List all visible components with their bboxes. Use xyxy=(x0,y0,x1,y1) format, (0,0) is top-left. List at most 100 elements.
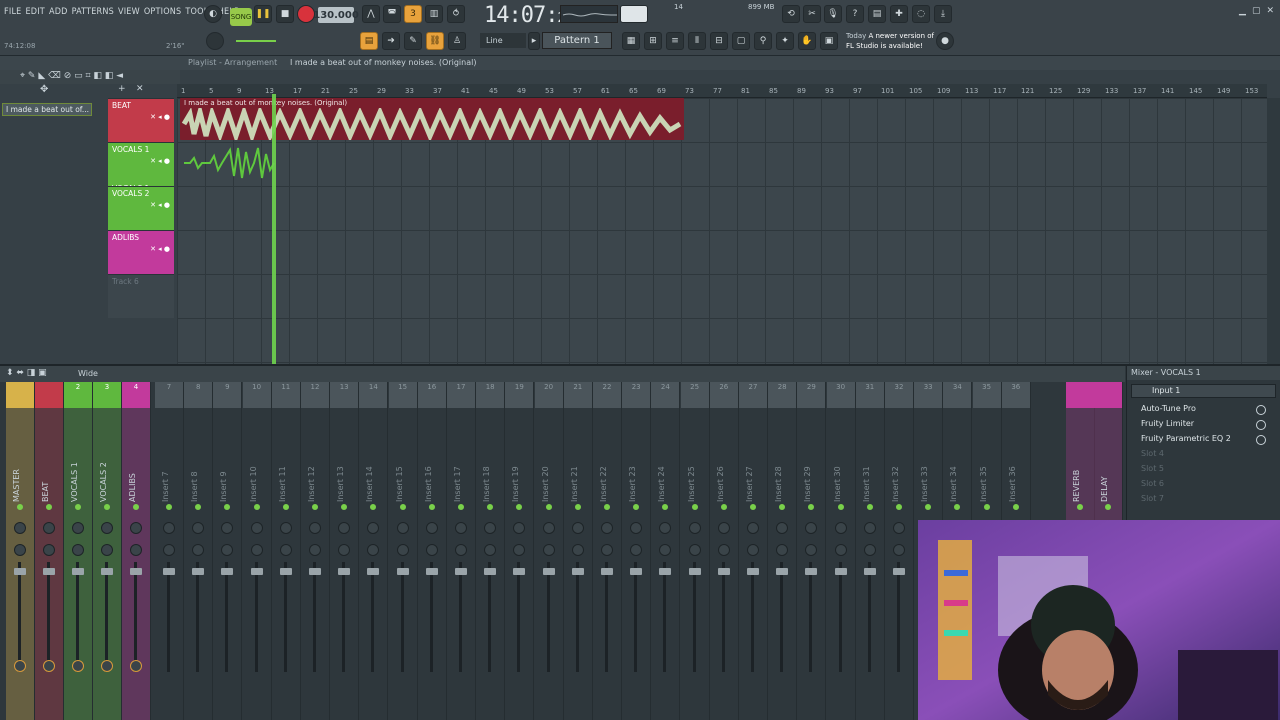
strip-enable-led[interactable] xyxy=(75,504,81,510)
strip-enable-led[interactable] xyxy=(282,504,289,510)
strip-header[interactable]: 14 xyxy=(359,382,388,408)
strip-fader-handle[interactable] xyxy=(688,568,701,575)
strip-knob[interactable] xyxy=(717,522,730,534)
strip-fader-handle[interactable] xyxy=(43,568,55,575)
piano-roll-icon[interactable]: ⊞ xyxy=(644,32,662,50)
add-track-icon[interactable]: + xyxy=(118,84,126,94)
strip-header[interactable] xyxy=(6,382,34,408)
strip-knob[interactable] xyxy=(513,522,526,534)
mixer-strip[interactable]: 3 VOCALS 2 xyxy=(93,382,122,720)
strip-knob[interactable] xyxy=(601,544,613,556)
strip-fader-handle[interactable] xyxy=(338,568,351,575)
strip-header[interactable]: 13 xyxy=(330,382,359,408)
strip-knob[interactable] xyxy=(776,544,789,556)
strip-enable-led[interactable] xyxy=(1012,504,1019,510)
snap-select[interactable]: Line xyxy=(480,33,526,48)
mixer-insert-strip[interactable]: 22 Insert 22 xyxy=(593,382,622,720)
track-control-icons[interactable]: ✕ ◂ ● xyxy=(150,201,170,209)
strip-header[interactable]: 23 xyxy=(622,382,651,408)
strip-knob[interactable] xyxy=(630,522,643,534)
mixer-insert-strip[interactable]: 18 Insert 18 xyxy=(476,382,506,720)
strip-fader-handle[interactable] xyxy=(630,568,643,575)
strip-fader-handle[interactable] xyxy=(14,568,26,575)
strip-knob[interactable] xyxy=(72,544,84,556)
arrow-icon[interactable]: ➜ xyxy=(382,32,400,50)
strip-knob[interactable] xyxy=(659,522,672,534)
strip-fader-handle[interactable] xyxy=(571,568,584,575)
track-control-icons[interactable]: ✕ ◂ ● xyxy=(150,245,170,253)
strip-enable-led[interactable] xyxy=(545,504,552,510)
strip-header[interactable]: 15 xyxy=(388,382,417,408)
strip-knob[interactable] xyxy=(513,544,526,556)
fx-slot-empty[interactable]: Slot 4 xyxy=(1127,447,1280,462)
strip-knob[interactable] xyxy=(367,522,380,534)
beat-audio-clip[interactable]: I made a beat out of monkey noises. (Ori… xyxy=(180,98,684,140)
strip-knob[interactable] xyxy=(396,522,409,534)
strip-enable-led[interactable] xyxy=(837,504,844,510)
step-edit-icon[interactable]: ▥ xyxy=(425,5,443,23)
mixer-insert-strip[interactable]: 32 Insert 32 xyxy=(885,382,914,720)
strip-knob[interactable] xyxy=(425,544,438,556)
strip-header[interactable]: 22 xyxy=(593,382,621,408)
fx-slot-empty[interactable]: Slot 7 xyxy=(1127,492,1280,507)
strip-knob[interactable] xyxy=(43,522,55,534)
strip-knob[interactable] xyxy=(14,544,26,556)
vocals-audio-clip[interactable] xyxy=(180,142,276,184)
fx-slot-empty[interactable]: Slot 6 xyxy=(1127,477,1280,492)
strip-knob[interactable] xyxy=(863,544,876,556)
strip-knob[interactable] xyxy=(192,544,205,556)
strip-route-knob[interactable] xyxy=(130,660,142,672)
mixer-insert-strip[interactable]: 17 Insert 17 xyxy=(447,382,476,720)
strip-header[interactable]: 19 xyxy=(505,382,534,408)
strip-knob[interactable] xyxy=(396,544,409,556)
mixer-insert-strip[interactable]: 25 Insert 25 xyxy=(680,382,710,720)
master-volume-knob[interactable] xyxy=(206,32,224,50)
strip-knob[interactable] xyxy=(279,522,292,534)
strip-knob[interactable] xyxy=(542,544,555,556)
strip-enable-led[interactable] xyxy=(458,504,464,510)
playhead[interactable] xyxy=(272,94,276,366)
track-control-icons[interactable]: ✕ ◂ ● xyxy=(150,157,170,165)
strip-fader-handle[interactable] xyxy=(455,568,467,575)
strip-knob[interactable] xyxy=(893,522,905,534)
strip-header[interactable]: 8 xyxy=(184,382,213,408)
strip-header[interactable]: 7 xyxy=(155,382,183,408)
strip-fader-handle[interactable] xyxy=(163,568,175,575)
strip-knob[interactable] xyxy=(221,522,234,534)
mixer-strip[interactable]: BEAT xyxy=(35,382,64,720)
loop-record-icon[interactable]: ⥀ xyxy=(447,5,465,23)
mixer-insert-strip[interactable]: 19 Insert 19 xyxy=(505,382,535,720)
strip-header[interactable]: 32 xyxy=(885,382,913,408)
strip-knob[interactable] xyxy=(542,522,555,534)
strip-enable-led[interactable] xyxy=(166,504,172,510)
strip-fader-handle[interactable] xyxy=(396,568,409,575)
strip-header[interactable]: 27 xyxy=(739,382,767,408)
mixer-insert-strip[interactable]: 23 Insert 23 xyxy=(622,382,652,720)
strip-fader-handle[interactable] xyxy=(834,568,847,575)
mixer-strip[interactable]: 2 VOCALS 1 xyxy=(64,382,93,720)
strip-fader-handle[interactable] xyxy=(717,568,730,575)
strip-enable-led[interactable] xyxy=(399,504,406,510)
track-header[interactable]: Track 6 xyxy=(108,274,174,318)
strip-header[interactable]: 3 xyxy=(93,382,121,408)
strip-knob[interactable] xyxy=(309,544,321,556)
strip-enable-led[interactable] xyxy=(808,504,815,510)
move-icon[interactable]: ✥ xyxy=(40,84,48,95)
strip-knob[interactable] xyxy=(250,544,263,556)
strip-header[interactable]: 25 xyxy=(680,382,709,408)
strip-header[interactable]: 9 xyxy=(213,382,242,408)
mixer-strip[interactable]: MASTER xyxy=(6,382,35,720)
mixer-insert-strip[interactable]: 12 Insert 12 xyxy=(301,382,330,720)
strip-knob[interactable] xyxy=(630,544,643,556)
microphone-icon[interactable]: 🎙 xyxy=(824,5,842,23)
strip-knob[interactable] xyxy=(776,522,789,534)
master-pitch-slider[interactable] xyxy=(236,40,276,42)
mixer-insert-strip[interactable]: 28 Insert 28 xyxy=(768,382,798,720)
mixer-insert-strip[interactable]: 29 Insert 29 xyxy=(797,382,827,720)
strip-fader-handle[interactable] xyxy=(221,568,234,575)
minimize-icon[interactable]: ▁ xyxy=(1239,6,1246,16)
link-icon[interactable]: ⛓ xyxy=(426,32,444,50)
news-panel[interactable]: Today A newer version of FL Studio is av… xyxy=(846,31,934,51)
strip-knob[interactable] xyxy=(455,522,467,534)
mixer-titlebar[interactable]: ⬍ ⬌ ◨ ▣ Wide xyxy=(0,366,1125,382)
